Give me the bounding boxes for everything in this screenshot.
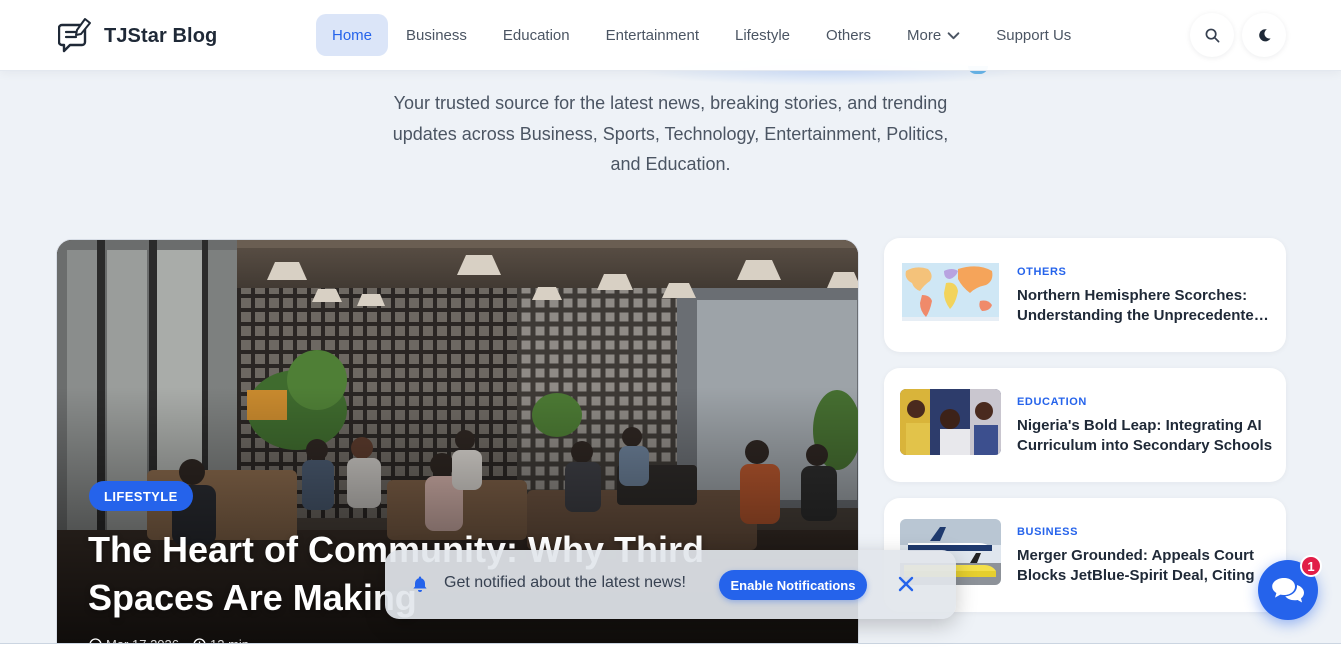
tagline-line: and Education. (610, 154, 731, 174)
nav-home[interactable]: Home (316, 14, 389, 56)
nav-label: Lifestyle (735, 26, 791, 44)
nav-label: Home (332, 26, 373, 44)
site-header: TJStar Blog Home Business Education Ente… (0, 0, 1341, 71)
nav-entertainment[interactable]: Entertainment (588, 14, 717, 56)
main-nav: Home Business Education Entertainment Li… (316, 14, 1089, 56)
window-bottom-edge (0, 643, 1341, 647)
search-icon (1205, 28, 1219, 42)
blog-pen-chat-icon (58, 18, 91, 53)
search-button[interactable] (1190, 13, 1234, 57)
title-line: Blocks JetBlue-Spirit Deal, Citing (1017, 567, 1255, 584)
side-post-card[interactable]: EDUCATION Nigeria's Bold Leap: Integrati… (884, 368, 1286, 482)
post-category[interactable]: EDUCATION (1017, 396, 1087, 408)
nav-label: Support Us (996, 26, 1072, 44)
unread-count-badge: 1 (1300, 555, 1322, 577)
notification-message: Get notified about the latest news! (444, 574, 686, 591)
nav-label: Business (406, 26, 467, 44)
nav-label: Entertainment (605, 26, 699, 44)
side-post-card[interactable]: OTHERS Northern Hemisphere Scorches: Und… (884, 238, 1286, 352)
nav-others[interactable]: Others (808, 14, 889, 56)
title-line: Understanding the Unprecedented Heat (1017, 307, 1273, 324)
chevron-down-icon (947, 31, 960, 39)
close-icon[interactable] (896, 574, 916, 594)
post-title[interactable]: Merger Grounded: Appeals Court Blocks Je… (1017, 546, 1273, 586)
enable-notifications-button[interactable]: Enable Notifications (719, 570, 867, 600)
post-category[interactable]: OTHERS (1017, 266, 1066, 278)
post-title[interactable]: Northern Hemisphere Scorches: Understand… (1017, 286, 1273, 326)
nav-label: Others (826, 26, 872, 44)
post-thumbnail (900, 259, 1001, 325)
nav-business[interactable]: Business (388, 14, 485, 56)
nav-more-dropdown[interactable]: More (889, 14, 978, 56)
nav-label: Education (502, 26, 570, 44)
post-thumbnail (900, 389, 1001, 455)
nav-lifestyle[interactable]: Lifestyle (717, 14, 808, 56)
tagline-line: Your trusted source for the latest news,… (393, 93, 948, 113)
post-title[interactable]: Nigeria's Bold Leap: Integrating AI Curr… (1017, 416, 1273, 456)
theme-toggle-button[interactable] (1242, 13, 1286, 57)
site-tagline: Your trusted source for the latest news,… (350, 88, 991, 180)
moon-icon (1258, 28, 1271, 41)
brand-logo[interactable]: TJStar Blog (58, 16, 217, 56)
nav-support-us[interactable]: Support Us (978, 14, 1089, 56)
notification-prompt: Get notified about the latest news! Enab… (385, 550, 956, 619)
post-category[interactable]: BUSINESS (1017, 526, 1078, 538)
world-map-image (900, 259, 1001, 325)
tagline-line: updates across Business, Sports, Technol… (392, 123, 949, 144)
title-line: Curriculum into Secondary Schools (1017, 437, 1273, 454)
chat-bubbles-icon (1272, 578, 1304, 603)
nav-label: More (907, 26, 942, 44)
category-badge[interactable]: LIFESTYLE (89, 481, 193, 511)
title-line: Merger Grounded: Appeals Court (1017, 547, 1254, 564)
title-line: Nigeria's Bold Leap: Integrating AI (1017, 417, 1262, 434)
brand-name: TJStar Blog (104, 24, 218, 47)
bell-icon (413, 576, 427, 592)
students-image (900, 389, 1001, 455)
nav-education[interactable]: Education (485, 14, 588, 56)
title-line: Northern Hemisphere Scorches: (1017, 287, 1248, 304)
